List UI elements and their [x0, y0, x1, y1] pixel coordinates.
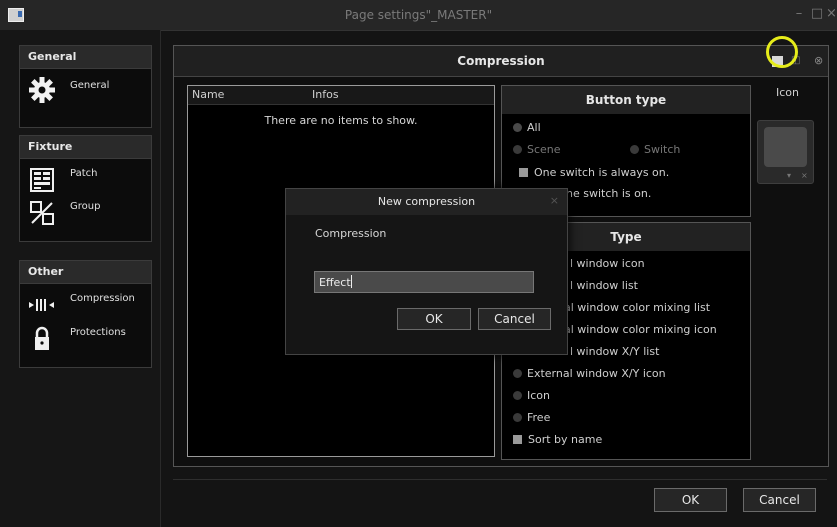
page-title: Compression: [457, 54, 545, 68]
checkbox-one-on[interactable]: ne switch is on.: [566, 187, 651, 200]
radio-type-window-icon[interactable]: l window icon: [570, 257, 645, 270]
sidebar-item-group[interactable]: Group: [28, 199, 146, 229]
compression-field-label: Compression: [315, 227, 387, 240]
icon-picker[interactable]: ▾ ×: [757, 120, 814, 184]
patch-icon: [30, 168, 54, 192]
new-compression-dialog: New compression × Compression Effect OK …: [285, 188, 568, 355]
sidebar-section-fixture: Fixture Patch Group: [19, 135, 152, 242]
checkbox-sort-by-name[interactable]: Sort by name: [513, 433, 602, 446]
checkbox-icon: [513, 435, 522, 444]
radio-label: al window color mixing list: [564, 301, 711, 314]
panel-header: Compression ◫ ⊗: [174, 46, 828, 77]
text-caret: [350, 275, 352, 288]
icon-dropdown-icon[interactable]: ▾: [787, 171, 791, 180]
checkbox-icon: [519, 168, 528, 177]
radio-type-icon[interactable]: Icon: [513, 389, 550, 402]
section-heading: General: [20, 46, 151, 69]
sidebar-section-general: General General: [19, 45, 152, 128]
column-name[interactable]: Name: [192, 88, 224, 101]
lock-icon: [35, 326, 49, 350]
radio-type-xy-list[interactable]: l window X/Y list: [570, 345, 659, 358]
close-button[interactable]: ×: [826, 4, 837, 24]
radio-icon: [513, 413, 522, 422]
checkbox-label: ne switch is on.: [566, 187, 652, 200]
radio-type-xy-icon[interactable]: External window X/Y icon: [513, 367, 666, 380]
dialog-cancel-button[interactable]: Cancel: [478, 308, 551, 330]
close-icon[interactable]: ×: [550, 194, 559, 207]
radio-label: l window icon: [570, 257, 645, 270]
checkbox-label: One switch is always on.: [534, 166, 670, 179]
dialog-header: New compression ×: [286, 189, 567, 215]
icon-label: Icon: [776, 86, 799, 99]
checkbox-label: Sort by name: [528, 433, 603, 446]
section-heading: Fixture: [20, 136, 151, 159]
ok-button[interactable]: OK: [654, 488, 727, 512]
dialog-title: New compression: [377, 195, 476, 208]
radio-icon: [513, 369, 522, 378]
highlight-circle: [766, 36, 798, 68]
radio-label: Switch: [644, 143, 681, 156]
radio-type-color-icon[interactable]: al window color mixing icon: [564, 323, 717, 336]
window-title: Page settings"_MASTER": [344, 8, 493, 22]
radio-type-color-list[interactable]: al window color mixing list: [564, 301, 710, 314]
radio-label: l window list: [570, 279, 638, 292]
sidebar-item-label: Protections: [70, 327, 126, 338]
sidebar-item-protections[interactable]: Protections: [28, 325, 146, 355]
sidebar-section-other: Other Compression Protections: [19, 260, 152, 368]
icon-preview: [764, 127, 807, 167]
empty-list-message: There are no items to show.: [264, 114, 418, 127]
sidebar-item-patch[interactable]: Patch: [28, 166, 146, 196]
radio-label: External window X/Y icon: [527, 367, 666, 380]
cancel-button[interactable]: Cancel: [743, 488, 816, 512]
footer-divider: [173, 479, 827, 480]
button-type-heading: Button type: [502, 86, 750, 114]
sidebar-item-label: Group: [70, 201, 101, 212]
icon-clear-icon[interactable]: ×: [801, 171, 808, 180]
radio-all[interactable]: All: [513, 121, 541, 134]
group-icon: [30, 201, 54, 225]
radio-label: Free: [527, 411, 551, 424]
maximize-button[interactable]: □: [808, 4, 826, 24]
radio-label: Scene: [527, 143, 561, 156]
sidebar-item-label: Compression: [70, 293, 135, 304]
list-header: Name Infos: [188, 86, 494, 105]
radio-label: l window X/Y list: [570, 345, 660, 358]
sidebar: General General Fixture Patch Group Othe…: [0, 30, 161, 527]
dialog-ok-button[interactable]: OK: [397, 308, 471, 330]
radio-scene[interactable]: Scene: [513, 143, 561, 156]
radio-icon: [630, 145, 639, 154]
minimize-button[interactable]: –: [790, 4, 808, 24]
checkbox-always-on[interactable]: One switch is always on.: [519, 166, 669, 179]
radio-label: Icon: [527, 389, 550, 402]
radio-icon: [513, 123, 522, 132]
gear-icon: [29, 77, 55, 103]
title-bar: Page settings"_MASTER" – □ ×: [0, 0, 837, 31]
sidebar-item-label: General: [70, 80, 110, 91]
radio-icon: [513, 145, 522, 154]
radio-type-window-list[interactable]: l window list: [570, 279, 638, 292]
radio-type-free[interactable]: Free: [513, 411, 550, 424]
radio-label: All: [527, 121, 541, 134]
section-heading: Other: [20, 261, 151, 284]
compression-icon: [29, 299, 54, 311]
radio-switch[interactable]: Switch: [630, 143, 680, 156]
compression-name-input[interactable]: Effect: [314, 271, 534, 293]
sidebar-item-compression[interactable]: Compression: [28, 291, 146, 321]
delete-icon[interactable]: ⊗: [814, 54, 823, 67]
column-infos[interactable]: Infos: [312, 88, 339, 101]
radio-label: al window color mixing icon: [564, 323, 717, 336]
radio-icon: [513, 391, 522, 400]
sidebar-item-general[interactable]: General: [28, 76, 146, 106]
input-value: Effect: [319, 276, 351, 289]
sidebar-item-label: Patch: [70, 168, 98, 179]
